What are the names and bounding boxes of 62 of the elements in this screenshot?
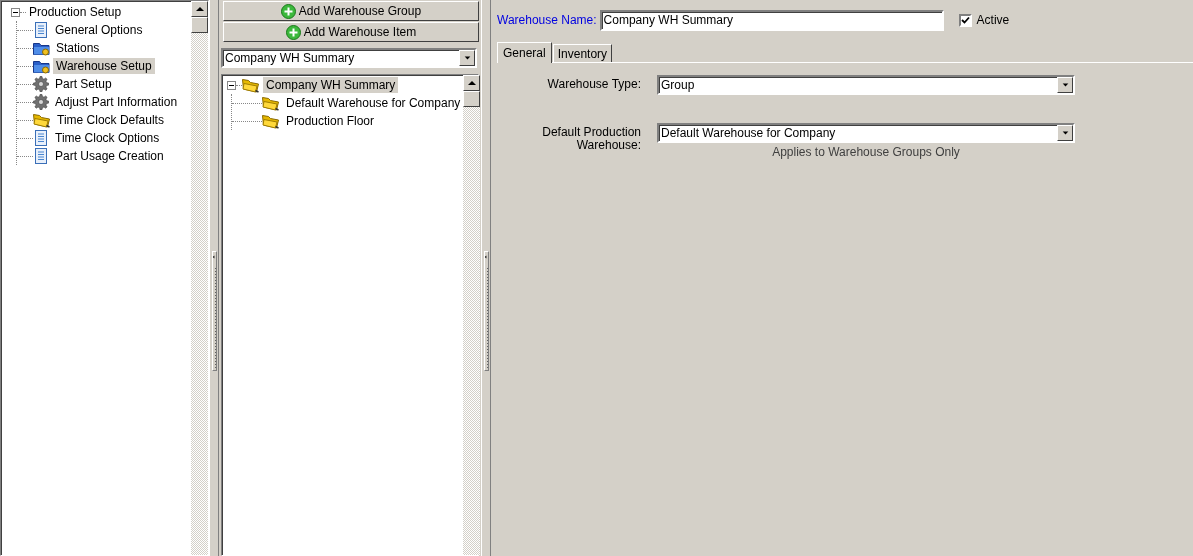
tree-item[interactable]: General Options — [52, 22, 146, 38]
field-label: Warehouse Name: — [497, 13, 597, 27]
document-icon — [33, 148, 49, 164]
folder-icon — [33, 112, 51, 128]
add-icon — [280, 3, 296, 19]
scroll-up-button[interactable] — [463, 75, 481, 91]
scrollbar-thumb[interactable] — [463, 91, 481, 107]
tree-item[interactable]: Company WH Summary — [263, 77, 399, 93]
dropdown-arrow-icon — [1061, 130, 1069, 136]
tree-item[interactable]: Time Clock Options — [52, 130, 163, 146]
dropdown-button[interactable] — [459, 50, 475, 66]
up-arrow-icon — [466, 79, 477, 87]
folder-icon — [262, 95, 280, 111]
checkbox-label: Active — [976, 13, 1010, 27]
tab[interactable]: General — [497, 42, 552, 63]
tree-item[interactable]: Part Usage Creation — [52, 148, 167, 164]
tab[interactable]: Inventory — [552, 44, 613, 62]
scrollbar-thumb[interactable] — [191, 17, 208, 33]
collapse-toggle[interactable] — [11, 7, 20, 17]
add-button[interactable]: Add Warehouse Item — [223, 22, 479, 42]
dropdown[interactable]: Default Warehouse for Company — [657, 123, 1075, 143]
dropdown[interactable]: Company WH Summary — [221, 48, 477, 68]
dropdown-button[interactable] — [1057, 125, 1073, 141]
folder-icon — [33, 40, 50, 56]
tree-item[interactable]: Production Floor — [283, 113, 378, 129]
folder-icon — [242, 77, 260, 93]
tree-item[interactable]: Production Setup — [26, 4, 125, 20]
tree-item[interactable]: Stations — [53, 40, 103, 56]
left-arrow-icon — [212, 254, 216, 260]
add-button[interactable]: Add Warehouse Group — [223, 1, 479, 21]
checkbox[interactable] — [958, 13, 972, 27]
dropdown-value: Company WH Summary — [225, 50, 356, 66]
hint-text: Applies to Warehouse Groups Only — [772, 145, 960, 159]
tree-item[interactable]: Warehouse Setup — [53, 58, 155, 74]
name-field[interactable]: Company WH Summary — [599, 9, 944, 31]
scrollbar[interactable] — [463, 75, 481, 555]
document-icon — [33, 22, 49, 38]
folder-icon — [33, 58, 50, 74]
dropdown-value: Default Warehouse for Company — [661, 125, 837, 141]
document-icon — [33, 130, 49, 146]
field-label: Warehouse Type: — [546, 76, 641, 91]
folder-icon — [262, 113, 280, 129]
tree-item[interactable]: Default Warehouse for Company — [283, 95, 464, 111]
dropdown-button[interactable] — [1057, 77, 1073, 93]
up-arrow-icon — [194, 5, 205, 13]
tree-item[interactable]: Time Clock Defaults — [54, 112, 167, 128]
scroll-up-button[interactable] — [191, 1, 208, 17]
dropdown[interactable]: Group — [657, 75, 1075, 95]
tree-item[interactable]: Adjust Part Information — [52, 94, 181, 110]
left-arrow-icon — [484, 254, 488, 260]
tree-item[interactable]: Part Setup — [52, 76, 115, 92]
collapse-toggle[interactable] — [227, 80, 236, 90]
dropdown-value: Group — [661, 77, 696, 93]
dropdown-arrow-icon — [463, 55, 471, 61]
dropdown-arrow-icon — [1061, 82, 1069, 88]
splitter-handle[interactable] — [483, 251, 489, 371]
scrollbar[interactable] — [191, 1, 208, 555]
field-label: Default Production Warehouse: — [541, 124, 641, 152]
splitter-handle[interactable] — [211, 251, 217, 371]
add-icon — [285, 24, 301, 40]
gear-icon — [33, 76, 49, 92]
gear-icon — [33, 94, 49, 110]
